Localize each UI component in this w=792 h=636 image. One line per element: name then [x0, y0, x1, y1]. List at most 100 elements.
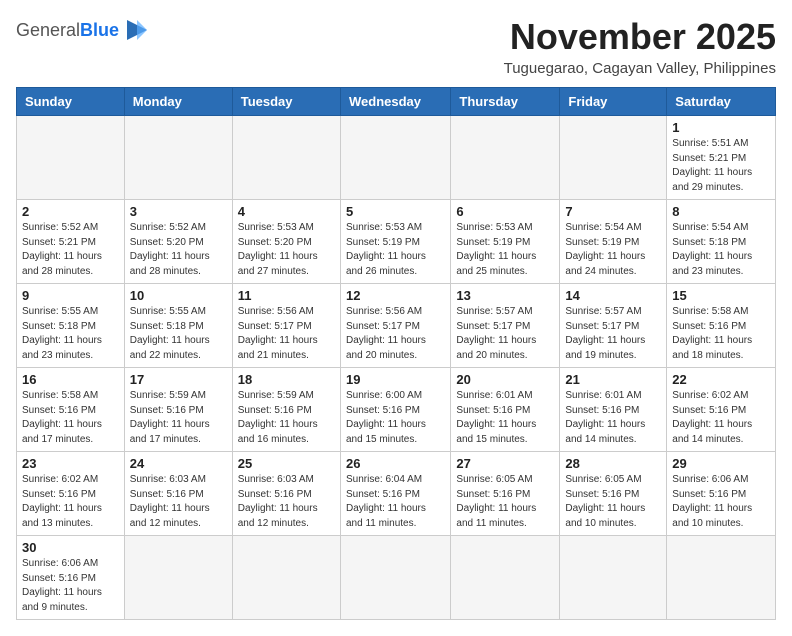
- day-number: 6: [456, 204, 554, 219]
- day-info: Sunrise: 5:59 AMSunset: 5:16 PMDaylight:…: [238, 389, 335, 447]
- logo-icon: [123, 16, 151, 44]
- day-info: Sunrise: 6:04 AMSunset: 5:16 PMDaylight:…: [346, 473, 445, 531]
- day-number: 18: [238, 372, 335, 387]
- table-row: [124, 116, 232, 200]
- table-row: 3 Sunrise: 5:52 AMSunset: 5:20 PMDaylight…: [124, 200, 232, 284]
- day-info: Sunrise: 5:55 AMSunset: 5:18 PMDaylight:…: [22, 305, 119, 363]
- day-info: Sunrise: 6:05 AMSunset: 5:16 PMDaylight:…: [565, 473, 661, 531]
- table-row: [340, 536, 450, 620]
- day-info: Sunrise: 6:03 AMSunset: 5:16 PMDaylight:…: [130, 473, 227, 531]
- header-monday: Monday: [124, 88, 232, 116]
- day-info: Sunrise: 5:58 AMSunset: 5:16 PMDaylight:…: [22, 389, 119, 447]
- table-row: 1 Sunrise: 5:51 AMSunset: 5:21 PMDaylight…: [667, 116, 776, 200]
- title-area: November 2025 Tuguegarao, Cagayan Valley…: [504, 16, 776, 77]
- day-number: 25: [238, 456, 335, 471]
- day-number: 7: [565, 204, 661, 219]
- table-row: 26 Sunrise: 6:04 AMSunset: 5:16 PMDayligh…: [340, 452, 450, 536]
- calendar-row: 9 Sunrise: 5:55 AMSunset: 5:18 PMDaylight…: [17, 284, 776, 368]
- header-sunday: Sunday: [17, 88, 125, 116]
- day-info: Sunrise: 6:05 AMSunset: 5:16 PMDaylight:…: [456, 473, 554, 531]
- table-row: 25Sunrise: 6:03 AMSunset: 5:16 PMDayligh…: [232, 452, 340, 536]
- table-row: 18 Sunrise: 5:59 AMSunset: 5:16 PMDayligh…: [232, 368, 340, 452]
- day-number: 4: [238, 204, 335, 219]
- day-number: 10: [130, 288, 227, 303]
- table-row: [560, 116, 667, 200]
- header-friday: Friday: [560, 88, 667, 116]
- table-row: [451, 536, 560, 620]
- day-info: Sunrise: 6:00 AMSunset: 5:16 PMDaylight:…: [346, 389, 445, 447]
- calendar-row: 23Sunrise: 6:02 AMSunset: 5:16 PMDayligh…: [17, 452, 776, 536]
- day-number: 2: [22, 204, 119, 219]
- day-number: 24: [130, 456, 227, 471]
- day-number: 27: [456, 456, 554, 471]
- header-tuesday: Tuesday: [232, 88, 340, 116]
- table-row: 19 Sunrise: 6:00 AMSunset: 5:16 PMDayligh…: [340, 368, 450, 452]
- table-row: [124, 536, 232, 620]
- table-row: [667, 536, 776, 620]
- table-row: 22 Sunrise: 6:02 AMSunset: 5:16 PMDayligh…: [667, 368, 776, 452]
- header-saturday: Saturday: [667, 88, 776, 116]
- header-thursday: Thursday: [451, 88, 560, 116]
- calendar-row: 2 Sunrise: 5:52 AMSunset: 5:21 PMDaylight…: [17, 200, 776, 284]
- day-info: Sunrise: 5:52 AMSunset: 5:20 PMDaylight:…: [130, 221, 227, 279]
- table-row: 7Sunrise: 5:54 AMSunset: 5:19 PMDaylight…: [560, 200, 667, 284]
- month-title: November 2025: [504, 16, 776, 58]
- day-info: Sunrise: 5:56 AMSunset: 5:17 PMDaylight:…: [238, 305, 335, 363]
- day-number: 21: [565, 372, 661, 387]
- day-number: 1: [672, 120, 770, 135]
- location-subtitle: Tuguegarao, Cagayan Valley, Philippines: [504, 60, 776, 77]
- table-row: [340, 116, 450, 200]
- logo-area: General Blue: [16, 16, 151, 44]
- table-row: 2 Sunrise: 5:52 AMSunset: 5:21 PMDaylight…: [17, 200, 125, 284]
- day-info: Sunrise: 5:58 AMSunset: 5:16 PMDaylight:…: [672, 305, 770, 363]
- day-info: Sunrise: 6:06 AMSunset: 5:16 PMDaylight:…: [672, 473, 770, 531]
- table-row: 8 Sunrise: 5:54 AMSunset: 5:18 PMDaylight…: [667, 200, 776, 284]
- day-info: Sunrise: 5:52 AMSunset: 5:21 PMDaylight:…: [22, 221, 119, 279]
- day-number: 16: [22, 372, 119, 387]
- table-row: 23Sunrise: 6:02 AMSunset: 5:16 PMDayligh…: [17, 452, 125, 536]
- day-number: 29: [672, 456, 770, 471]
- day-number: 17: [130, 372, 227, 387]
- day-info: Sunrise: 6:01 AMSunset: 5:16 PMDaylight:…: [565, 389, 661, 447]
- page-header: General Blue November 2025 Tuguegarao, C…: [16, 16, 776, 77]
- table-row: 4Sunrise: 5:53 AMSunset: 5:20 PMDaylight…: [232, 200, 340, 284]
- table-row: 6 Sunrise: 5:53 AMSunset: 5:19 PMDaylight…: [451, 200, 560, 284]
- day-info: Sunrise: 6:02 AMSunset: 5:16 PMDaylight:…: [672, 389, 770, 447]
- day-number: 15: [672, 288, 770, 303]
- day-number: 28: [565, 456, 661, 471]
- table-row: 28 Sunrise: 6:05 AMSunset: 5:16 PMDayligh…: [560, 452, 667, 536]
- header-wednesday: Wednesday: [340, 88, 450, 116]
- day-info: Sunrise: 6:06 AMSunset: 5:16 PMDaylight:…: [22, 557, 119, 615]
- day-number: 9: [22, 288, 119, 303]
- table-row: 17Sunrise: 5:59 AMSunset: 5:16 PMDayligh…: [124, 368, 232, 452]
- table-row: 13Sunrise: 5:57 AMSunset: 5:17 PMDayligh…: [451, 284, 560, 368]
- day-number: 8: [672, 204, 770, 219]
- day-info: Sunrise: 5:51 AMSunset: 5:21 PMDaylight:…: [672, 137, 770, 195]
- day-number: 30: [22, 540, 119, 555]
- day-number: 22: [672, 372, 770, 387]
- day-number: 3: [130, 204, 227, 219]
- table-row: [232, 536, 340, 620]
- calendar-row: 1 Sunrise: 5:51 AMSunset: 5:21 PMDaylight…: [17, 116, 776, 200]
- logo: General Blue: [16, 16, 151, 44]
- table-row: 9 Sunrise: 5:55 AMSunset: 5:18 PMDaylight…: [17, 284, 125, 368]
- day-number: 12: [346, 288, 445, 303]
- table-row: 15 Sunrise: 5:58 AMSunset: 5:16 PMDayligh…: [667, 284, 776, 368]
- table-row: 14 Sunrise: 5:57 AMSunset: 5:17 PMDayligh…: [560, 284, 667, 368]
- day-number: 11: [238, 288, 335, 303]
- day-number: 23: [22, 456, 119, 471]
- day-info: Sunrise: 5:57 AMSunset: 5:17 PMDaylight:…: [456, 305, 554, 363]
- table-row: [232, 116, 340, 200]
- day-number: 19: [346, 372, 445, 387]
- day-number: 26: [346, 456, 445, 471]
- weekday-header-row: Sunday Monday Tuesday Wednesday Thursday…: [17, 88, 776, 116]
- table-row: 11 Sunrise: 5:56 AMSunset: 5:17 PMDayligh…: [232, 284, 340, 368]
- day-info: Sunrise: 5:54 AMSunset: 5:18 PMDaylight:…: [672, 221, 770, 279]
- day-info: Sunrise: 5:57 AMSunset: 5:17 PMDaylight:…: [565, 305, 661, 363]
- day-number: 5: [346, 204, 445, 219]
- day-number: 14: [565, 288, 661, 303]
- day-info: Sunrise: 5:53 AMSunset: 5:19 PMDaylight:…: [456, 221, 554, 279]
- table-row: [17, 116, 125, 200]
- table-row: 20Sunrise: 6:01 AMSunset: 5:16 PMDayligh…: [451, 368, 560, 452]
- day-info: Sunrise: 5:55 AMSunset: 5:18 PMDaylight:…: [130, 305, 227, 363]
